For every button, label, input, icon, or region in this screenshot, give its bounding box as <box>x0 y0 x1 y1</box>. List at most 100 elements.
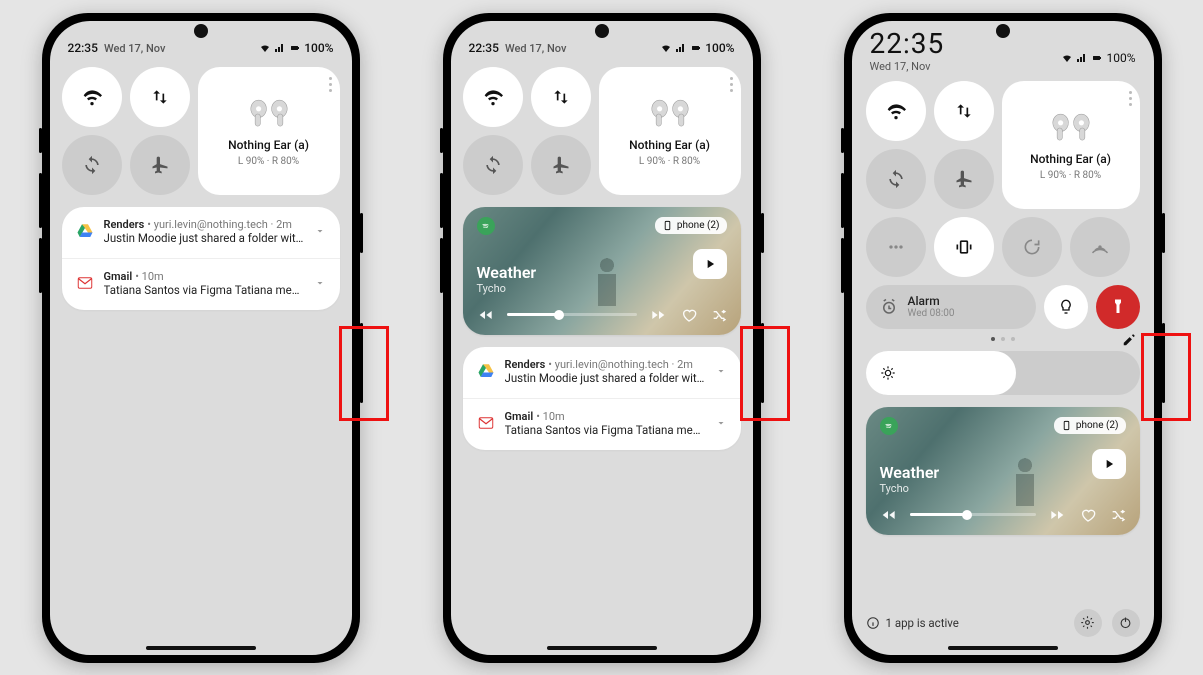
next-icon[interactable] <box>1050 507 1066 523</box>
spotify-icon <box>880 417 898 435</box>
drive-icon <box>76 222 94 240</box>
prev-icon[interactable] <box>477 307 493 323</box>
earbuds-name: Nothing Ear (a) <box>228 138 309 152</box>
nav-bar[interactable] <box>948 646 1058 650</box>
earbuds-card[interactable]: Nothing Ear (a) L 90% · R 80% <box>599 67 741 195</box>
gmail-icon <box>477 414 495 432</box>
shuffle-icon[interactable] <box>1110 507 1126 523</box>
wifi-icon <box>886 101 906 121</box>
dots-icon <box>886 237 906 257</box>
notif-app: Gmail <box>104 270 133 283</box>
wifi-tile[interactable] <box>463 67 523 127</box>
like-icon[interactable] <box>1080 507 1096 523</box>
alarm-icon <box>880 298 898 316</box>
chevron-down-icon[interactable] <box>314 225 326 237</box>
chevron-down-icon[interactable] <box>715 365 727 377</box>
phone-1: 22:35 Wed 17, Nov 100% <box>42 13 360 663</box>
chevron-down-icon[interactable] <box>314 277 326 289</box>
quick-settings-row: Nothing Ear (a) L 90% · R 80% <box>62 67 340 195</box>
prev-icon[interactable] <box>880 507 896 523</box>
battery-pct: 100% <box>304 41 333 55</box>
settings-button[interactable] <box>1074 609 1102 637</box>
earbuds-batt: L 90% · R 80% <box>238 156 299 167</box>
battery-icon <box>289 42 301 54</box>
quick-settings-row: Nothing Ear (a) L 90% · R 80% <box>866 81 1140 209</box>
drive-icon <box>477 362 495 380</box>
like-icon[interactable] <box>681 307 697 323</box>
bulb-icon <box>1057 298 1075 316</box>
chevron-down-icon[interactable] <box>715 417 727 429</box>
play-button[interactable] <box>693 249 727 279</box>
notification-item[interactable]: Gmail• 10m Tatiana Santos via Figma Tati… <box>463 399 741 450</box>
wifi-tile[interactable] <box>62 67 122 127</box>
edit-icon[interactable] <box>1122 333 1136 347</box>
notif-body: Justin Moodie just shared a folder with … <box>104 231 304 245</box>
wifi-icon <box>82 87 102 107</box>
wifi-icon <box>483 87 503 107</box>
nav-bar[interactable] <box>547 646 657 650</box>
airplane-tile[interactable] <box>934 149 994 209</box>
vibrate-tile[interactable] <box>934 217 994 277</box>
hotspot-tile[interactable] <box>1070 217 1130 277</box>
footer-row: 1 app is active <box>866 609 1140 637</box>
airplane-tile[interactable] <box>130 135 190 195</box>
notification-item[interactable]: Gmail • 10m Tatiana Santos via Figma Tat… <box>62 259 340 310</box>
phone-2: 22:35 Wed 17, Nov 100% <box>443 13 761 663</box>
signal-icon <box>1076 52 1088 64</box>
notif-app: Renders <box>104 218 145 231</box>
rotate-icon <box>82 155 102 175</box>
rotate-icon <box>886 169 906 189</box>
notif-meta: • yuri.levin@nothing.tech · 2m <box>147 218 292 231</box>
cast-chip[interactable]: phone (2) <box>1054 417 1126 434</box>
earbuds-card[interactable]: Nothing Ear (a) L 90% · R 80% <box>198 67 340 195</box>
brightness-slider[interactable] <box>866 351 1140 395</box>
airplane-icon <box>954 169 974 189</box>
autobrightness-tile[interactable] <box>1044 285 1088 329</box>
next-icon[interactable] <box>651 307 667 323</box>
play-button[interactable] <box>1092 449 1126 479</box>
notification-list: Renders • yuri.levin@nothing.tech · 2m J… <box>62 207 340 310</box>
brightness-icon <box>880 365 896 381</box>
auto-rotate-tile[interactable] <box>866 149 926 209</box>
active-apps-chip[interactable]: 1 app is active <box>866 616 1064 630</box>
nav-bar[interactable] <box>146 646 256 650</box>
power-button[interactable] <box>1112 609 1140 637</box>
airplane-tile[interactable] <box>531 135 591 195</box>
flashlight-tile[interactable] <box>1096 285 1140 329</box>
data-swap-tile[interactable] <box>934 81 994 141</box>
notification-item[interactable]: Renders• yuri.levin@nothing.tech · 2m Ju… <box>463 347 741 399</box>
earbuds-icon <box>644 94 696 134</box>
data-swap-tile[interactable] <box>531 67 591 127</box>
battery-icon <box>690 42 702 54</box>
refresh-tile[interactable] <box>1002 217 1062 277</box>
notification-item[interactable]: Renders • yuri.levin@nothing.tech · 2m J… <box>62 207 340 259</box>
notif-meta: • 10m <box>135 270 163 283</box>
auto-rotate-tile[interactable] <box>62 135 122 195</box>
wifi-icon <box>259 42 271 54</box>
play-icon <box>703 257 717 271</box>
media-player-card[interactable]: phone (2) Weather Tycho <box>463 207 741 335</box>
battery-icon <box>1091 52 1103 64</box>
status-time: 22:35 <box>469 41 499 55</box>
camera-notch <box>996 24 1010 38</box>
info-icon <box>866 616 880 630</box>
wifi-icon <box>660 42 672 54</box>
status-date: Wed 17, Nov <box>505 42 566 55</box>
signal-icon <box>675 42 687 54</box>
wifi-tile[interactable] <box>866 81 926 141</box>
quick-settings-row: Nothing Ear (a) L 90% · R 80% <box>463 67 741 195</box>
shuffle-icon[interactable] <box>711 307 727 323</box>
media-track[interactable] <box>910 513 1036 516</box>
media-track[interactable] <box>507 313 637 316</box>
alarm-pill[interactable]: Alarm Wed 08:00 <box>866 285 1036 329</box>
earbuds-card[interactable]: Nothing Ear (a) L 90% · R 80% <box>1002 81 1140 209</box>
swap-icon <box>551 87 571 107</box>
cast-chip[interactable]: phone (2) <box>655 217 727 234</box>
gmail-icon <box>76 274 94 292</box>
auto-rotate-tile[interactable] <box>463 135 523 195</box>
play-icon <box>1102 457 1116 471</box>
data-swap-tile[interactable] <box>130 67 190 127</box>
phone-3: 22:35 Wed 17, Nov 100% <box>844 13 1162 663</box>
media-player-card[interactable]: phone (2) Weather Tycho <box>866 407 1140 535</box>
bluetooth-tile[interactable] <box>866 217 926 277</box>
